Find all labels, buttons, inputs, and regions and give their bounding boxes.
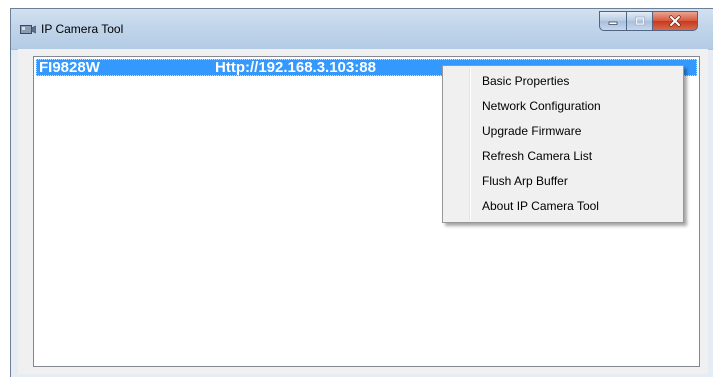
- title-bar[interactable]: IP Camera Tool: [11, 9, 713, 50]
- minimize-icon: [608, 21, 618, 25]
- caption-buttons: [599, 11, 698, 31]
- close-icon: [669, 15, 681, 27]
- menu-item-network-configuration[interactable]: Network Configuration: [445, 95, 681, 117]
- camera-name: FI9828W: [39, 59, 100, 76]
- close-button[interactable]: [652, 11, 698, 31]
- camera-icon: [20, 25, 36, 34]
- context-menu: Basic Properties Network Configuration U…: [442, 65, 684, 223]
- menu-item-upgrade-firmware[interactable]: Upgrade Firmware: [445, 120, 681, 142]
- minimize-button[interactable]: [599, 11, 626, 31]
- menu-item-basic-properties[interactable]: Basic Properties: [445, 70, 681, 92]
- maximize-icon: [634, 16, 645, 25]
- menu-item-flush-arp-buffer[interactable]: Flush Arp Buffer: [445, 170, 681, 192]
- menu-item-about[interactable]: About IP Camera Tool: [445, 195, 681, 217]
- camera-url: Http://192.168.3.103:88: [215, 59, 376, 76]
- maximize-button[interactable]: [626, 11, 652, 31]
- window-title: IP Camera Tool: [41, 22, 124, 36]
- menu-item-refresh-camera-list[interactable]: Refresh Camera List: [445, 145, 681, 167]
